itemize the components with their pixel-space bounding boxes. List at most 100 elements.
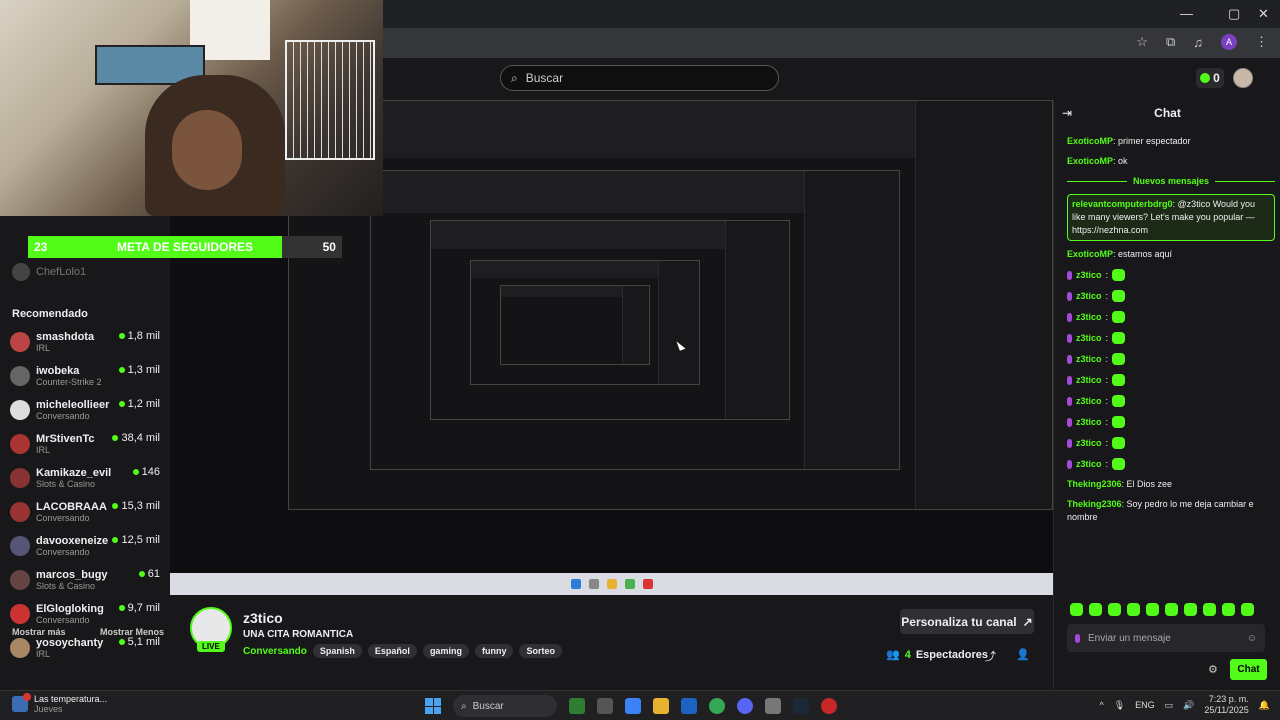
close-icon[interactable]: ✕	[1258, 6, 1269, 22]
emote-bar	[1070, 603, 1254, 616]
language-indicator[interactable]: ENG	[1135, 700, 1155, 710]
mic-tray-icon[interactable]: 🎙	[1114, 700, 1125, 711]
chevron-up-icon[interactable]: ^	[1099, 700, 1103, 710]
broadcaster-badge-icon	[1067, 375, 1072, 385]
extensions-icon[interactable]: ⧉	[1166, 34, 1175, 50]
follower-goal-bar: 23 META DE SEGUIDORES 50	[28, 236, 342, 258]
chat-username[interactable]: Theking2306	[1067, 479, 1122, 489]
tree-app-icon[interactable]	[569, 698, 585, 714]
new-messages-divider[interactable]: Nuevos mensajes	[1067, 175, 1275, 188]
emote-icon[interactable]	[1165, 603, 1178, 616]
sidebar-item-mrstiventc[interactable]: MrStivenTc IRL 38,4 mil	[10, 427, 160, 461]
send-chat-button[interactable]: Chat	[1230, 659, 1267, 680]
sidebar-item-marcos_bugy[interactable]: marcos_bugy Slots & Casino 61	[10, 563, 160, 597]
chat-username[interactable]: relevantcomputerbdrg0	[1072, 199, 1173, 209]
taskbar-search[interactable]: ⌕ Buscar	[453, 695, 557, 717]
tag-sorteo[interactable]: Sorteo	[519, 644, 562, 658]
chat-username[interactable]: z3tico	[1076, 311, 1102, 324]
sidebar-item-name: micheleollieer	[36, 399, 110, 411]
profile-avatar[interactable]: A	[1221, 34, 1237, 50]
clock[interactable]: 7:23 p. m. 25/11/2025	[1204, 694, 1248, 716]
app-icon[interactable]	[821, 698, 837, 714]
windows-start-icon[interactable]	[425, 698, 441, 714]
chat-username[interactable]: z3tico	[1076, 332, 1102, 345]
sidebar-item-smashdota[interactable]: smashdota IRL 1,8 mil	[10, 325, 160, 359]
stream-category[interactable]: Conversando	[243, 646, 307, 657]
discord-icon[interactable]	[737, 698, 753, 714]
live-dot	[118, 367, 125, 373]
tag-español[interactable]: Español	[367, 644, 417, 658]
emote-icon[interactable]	[1070, 603, 1083, 616]
follow-user-icon[interactable]: 👤	[1016, 648, 1030, 661]
chat-username[interactable]: ExoticoMP	[1067, 249, 1113, 259]
tag-spanish[interactable]: Spanish	[312, 644, 362, 658]
copilot-icon[interactable]	[625, 698, 641, 714]
maximize-icon[interactable]: ▢	[1228, 6, 1240, 22]
sidebar-item-kamikaze_evil[interactable]: Kamikaze_evil Slots & Casino 146	[10, 461, 160, 495]
chat-messages: ExoticoMP: primer espectador ExoticoMP: o…	[1067, 135, 1275, 531]
chat-username[interactable]: z3tico	[1076, 269, 1102, 282]
sidebar-item-davooxeneize[interactable]: davooxeneize Conversando 12,5 mil	[10, 529, 160, 563]
coin-icon	[1200, 73, 1211, 83]
settings-icon[interactable]	[765, 698, 781, 714]
emote-icon[interactable]	[1203, 603, 1216, 616]
steam-icon[interactable]	[793, 698, 809, 714]
sidebar-item-elglogloking[interactable]: ElGlogloking Conversando 9,7 mil	[10, 597, 160, 631]
file-explorer-icon[interactable]	[653, 698, 669, 714]
emote-icon[interactable]	[1241, 603, 1254, 616]
show-less-link[interactable]: Mostrar Menos	[100, 627, 164, 637]
chat-username[interactable]: z3tico	[1076, 416, 1102, 429]
emote-icon[interactable]	[1108, 603, 1121, 616]
sidebar-item-category: IRL	[36, 343, 51, 353]
emoji-icon[interactable]: ☺	[1247, 633, 1257, 644]
chat-username[interactable]: z3tico	[1076, 395, 1102, 408]
sidebar-item-iwobeka[interactable]: iwobeka Counter-Strike 2 1,3 mil	[10, 359, 160, 393]
emote-icon[interactable]	[1146, 603, 1159, 616]
chat-username[interactable]: ExoticoMP	[1067, 136, 1113, 146]
chat-username[interactable]: z3tico	[1076, 437, 1102, 450]
chat-settings-icon[interactable]: ⚙	[1208, 663, 1218, 676]
channel-name[interactable]: z3tico	[243, 610, 283, 626]
chrome-icon[interactable]	[709, 698, 725, 714]
chat-username[interactable]: ExoticoMP	[1067, 156, 1113, 166]
chat-username[interactable]: z3tico	[1076, 290, 1102, 303]
chat-username[interactable]: z3tico	[1076, 458, 1102, 471]
user-avatar[interactable]	[1233, 68, 1253, 88]
volume-icon[interactable]: 🔊	[1183, 700, 1194, 711]
chat-username[interactable]: Theking2306	[1067, 499, 1122, 509]
customize-channel-button[interactable]: Personaliza tu canal ↗	[900, 609, 1034, 634]
notifications-icon[interactable]: 🔔	[1259, 700, 1270, 711]
sidebar-item-viewers: 1,2 mil	[118, 398, 160, 410]
sidebar-item-micheleollieer[interactable]: micheleollieer Conversando 1,2 mil	[10, 393, 160, 427]
followed-channel[interactable]: ChefLolo1	[12, 263, 86, 281]
minimize-icon[interactable]: —	[1180, 6, 1193, 21]
viewer-count: 1,2 mil	[127, 398, 160, 410]
emote-icon[interactable]	[1089, 603, 1102, 616]
menu-dots-icon[interactable]: ⋮	[1255, 34, 1268, 50]
store-icon[interactable]	[681, 698, 697, 714]
emote-icon[interactable]	[1127, 603, 1140, 616]
task-view-icon[interactable]	[597, 698, 613, 714]
kicks-coins-button[interactable]: 0	[1196, 68, 1224, 88]
search-input[interactable]: ⌕ Buscar	[500, 65, 779, 91]
viewer-count: 1,8 mil	[127, 330, 160, 342]
chat-username[interactable]: z3tico	[1076, 353, 1102, 366]
live-dot	[112, 537, 119, 543]
sidebar-item-lacobraaa[interactable]: LACOBRAAA Conversando 15,3 mil	[10, 495, 160, 529]
share-icon[interactable]: ⤴	[985, 648, 996, 664]
emote-icon[interactable]	[1222, 603, 1235, 616]
media-icon[interactable]: ♫	[1193, 35, 1203, 50]
show-more-link[interactable]: Mostrar más	[12, 627, 66, 637]
emote-icon[interactable]	[1184, 603, 1197, 616]
broadcaster-badge-icon	[1067, 312, 1072, 322]
address-bar[interactable]: ☆ ⧉ ♫ A ⋮	[383, 28, 1280, 58]
sidebar-item-name: davooxeneize	[36, 535, 109, 547]
chat-input[interactable]: Enviar un mensaje ☺	[1067, 624, 1265, 652]
bookmark-star-icon[interactable]: ☆	[1136, 34, 1148, 50]
tag-gaming[interactable]: gaming	[422, 644, 469, 658]
chat-username[interactable]: z3tico	[1076, 374, 1102, 387]
tag-funny[interactable]: funny	[474, 644, 514, 658]
chat-message: z3tico:	[1067, 352, 1275, 366]
weather-widget[interactable]: Las temperatura... Jueves	[12, 693, 107, 714]
network-icon[interactable]: ▭	[1165, 700, 1174, 711]
